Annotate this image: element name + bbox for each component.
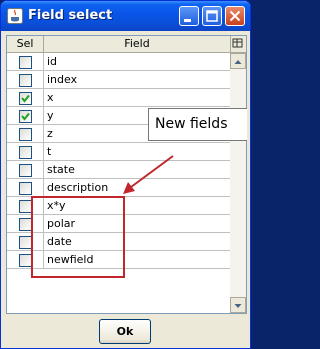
callout-arrow-head (123, 182, 135, 194)
new-fields-highlight-box (31, 196, 125, 278)
callout-arrow-line (130, 155, 174, 188)
annotation-overlay (31, 155, 174, 278)
ok-button[interactable]: Ok (99, 319, 151, 344)
field-select-dialog: Field select Sel Field id index x y z t state d… (0, 0, 251, 349)
